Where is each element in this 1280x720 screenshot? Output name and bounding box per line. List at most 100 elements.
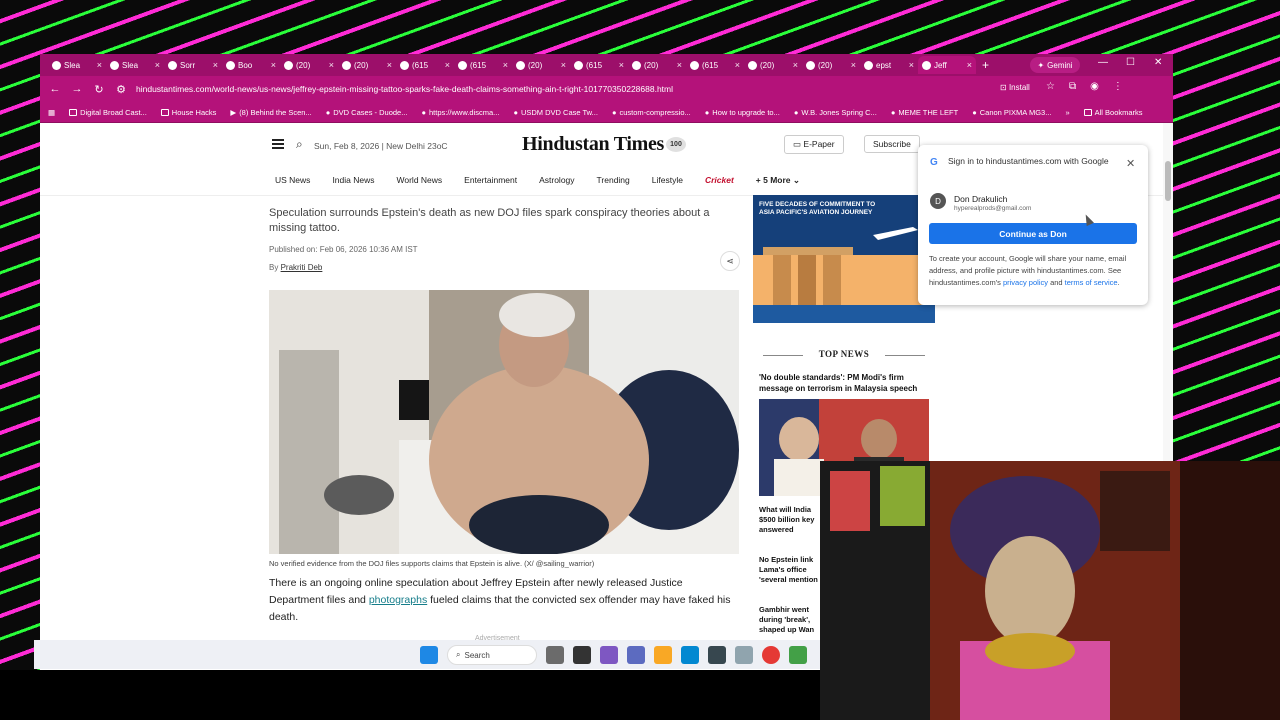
install-button[interactable]: ⊡ Install xyxy=(1000,83,1030,92)
copilot-icon[interactable] xyxy=(600,646,618,664)
apps-icon[interactable]: ▦ xyxy=(48,108,55,117)
subscribe-button[interactable]: Subscribe xyxy=(864,135,920,153)
profile-icon[interactable]: ◉ xyxy=(1090,81,1099,92)
close-tab-icon[interactable]: × xyxy=(909,60,914,70)
close-tab-icon[interactable]: × xyxy=(677,60,682,70)
tab[interactable]: Slea × xyxy=(106,56,164,74)
close-tab-icon[interactable]: × xyxy=(619,60,624,70)
forward-icon[interactable]: → xyxy=(66,83,88,95)
nav-item[interactable]: Astrology xyxy=(539,175,574,195)
author-link[interactable]: Prakriti Deb xyxy=(281,263,323,272)
tab[interactable]: (615 × xyxy=(570,56,628,74)
close-tab-icon[interactable]: × xyxy=(503,60,508,70)
nav-item[interactable]: World News xyxy=(397,175,443,195)
site-info-icon[interactable]: ⚙ xyxy=(110,83,132,96)
tab[interactable]: Sorr × xyxy=(164,56,222,74)
scrollbar-thumb[interactable] xyxy=(1165,161,1171,201)
edge-icon[interactable] xyxy=(681,646,699,664)
bookmark-item[interactable]: ● https://www.discma... xyxy=(421,108,499,117)
nav-cricket[interactable]: Cricket xyxy=(705,175,734,195)
top-news-story[interactable]: What will India $500 billion key answere… xyxy=(759,505,829,535)
tab[interactable]: (615 × xyxy=(454,56,512,74)
terms-of-service-link[interactable]: terms of service xyxy=(1065,278,1118,287)
tab[interactable]: (615 × xyxy=(686,56,744,74)
tab[interactable]: (20) × xyxy=(512,56,570,74)
url-field[interactable]: hindustantimes.com/world-news/us-news/je… xyxy=(136,84,673,94)
close-tab-icon[interactable]: × xyxy=(213,60,218,70)
close-tab-icon[interactable]: × xyxy=(329,60,334,70)
chrome-icon[interactable] xyxy=(762,646,780,664)
close-tab-icon[interactable]: × xyxy=(851,60,856,70)
top-news-story[interactable]: Gambhir went during 'break', shaped up W… xyxy=(759,605,829,635)
bookmark-star-icon[interactable]: ☆ xyxy=(1046,81,1055,92)
tab[interactable]: (20) × xyxy=(744,56,802,74)
taskview-icon[interactable] xyxy=(546,646,564,664)
bookmark-item[interactable]: ● MEME THE LEFT xyxy=(891,108,958,117)
tab[interactable]: (20) × xyxy=(338,56,396,74)
minimize-icon[interactable]: — xyxy=(1098,57,1108,68)
maximize-icon[interactable]: ☐ xyxy=(1126,57,1135,68)
more-bookmarks-icon[interactable]: » xyxy=(1065,108,1069,117)
photographs-link[interactable]: photographs xyxy=(369,594,427,606)
tab[interactable]: (20) × xyxy=(628,56,686,74)
bookmark-item[interactable]: ● USDM DVD Case Tw... xyxy=(513,108,598,117)
nav-item[interactable]: Entertainment xyxy=(464,175,517,195)
windows-start-icon[interactable] xyxy=(420,646,438,664)
top-news-story[interactable]: 'No double standards': PM Modi's firm me… xyxy=(759,372,931,394)
app-icon[interactable] xyxy=(735,646,753,664)
epaper-button[interactable]: ▭ E-Paper xyxy=(784,135,844,154)
bookmark-item[interactable]: ● custom-compressio... xyxy=(612,108,691,117)
tab[interactable]: (20) × xyxy=(802,56,860,74)
bookmark-item[interactable]: ● DVD Cases - Duode... xyxy=(326,108,408,117)
sidebar-ad[interactable]: FIVE DECADES OF COMMITMENT TO ASIA PACIF… xyxy=(753,195,935,323)
menu-icon[interactable]: ⋮ xyxy=(1113,81,1123,92)
close-tab-icon[interactable]: × xyxy=(97,60,102,70)
nav-item[interactable]: Trending xyxy=(597,175,630,195)
tab-active[interactable]: Jeff × xyxy=(918,56,976,74)
teams-icon[interactable] xyxy=(627,646,645,664)
tab[interactable]: (20) × xyxy=(280,56,338,74)
close-tab-icon[interactable]: × xyxy=(445,60,450,70)
nav-item[interactable]: India News xyxy=(332,175,374,195)
close-window-icon[interactable]: ✕ xyxy=(1154,57,1162,68)
close-tab-icon[interactable]: × xyxy=(967,60,972,70)
site-logo[interactable]: Hindustan Times xyxy=(522,133,664,156)
tab[interactable]: (615 × xyxy=(396,56,454,74)
continue-button[interactable]: Continue as Don xyxy=(929,223,1137,244)
nav-more-dropdown[interactable]: + 5 More ⌄ xyxy=(756,175,800,195)
close-tab-icon[interactable]: × xyxy=(793,60,798,70)
top-news-story[interactable]: No Epstein link Lama's office 'several m… xyxy=(759,555,829,585)
store-icon[interactable] xyxy=(708,646,726,664)
share-icon[interactable]: ⋖ xyxy=(720,251,740,271)
nav-item[interactable]: Lifestyle xyxy=(652,175,683,195)
bookmark-item[interactable]: ● W.B. Jones Spring C... xyxy=(794,108,877,117)
close-tab-icon[interactable]: × xyxy=(735,60,740,70)
nav-item[interactable]: US News xyxy=(275,175,310,195)
extensions-icon[interactable]: ⧉ xyxy=(1069,81,1076,92)
file-explorer-icon[interactable] xyxy=(654,646,672,664)
close-tab-icon[interactable]: × xyxy=(387,60,392,70)
bookmark-item[interactable]: House Hacks xyxy=(160,108,216,117)
bookmark-item[interactable]: ▶ (8) Behind the Scen... xyxy=(230,108,311,117)
close-icon[interactable]: ✕ xyxy=(1126,157,1135,170)
back-icon[interactable]: ← xyxy=(44,83,66,95)
hamburger-menu-icon[interactable] xyxy=(272,139,284,149)
tab[interactable]: Slea × xyxy=(48,56,106,74)
all-bookmarks[interactable]: All Bookmarks xyxy=(1083,108,1143,117)
taskbar-search[interactable]: ⌕ Search xyxy=(447,645,537,665)
close-tab-icon[interactable]: × xyxy=(271,60,276,70)
reload-icon[interactable]: ↻ xyxy=(88,83,110,96)
tab[interactable]: epst × xyxy=(860,56,918,74)
bookmark-item[interactable]: ● Canon PIXMA MG3... xyxy=(972,108,1051,117)
bookmark-item[interactable]: Digital Broad Cast... xyxy=(69,108,147,117)
privacy-policy-link[interactable]: privacy policy xyxy=(1003,278,1048,287)
tab[interactable]: Boo × xyxy=(222,56,280,74)
bookmark-item[interactable]: ● How to upgrade to... xyxy=(705,108,780,117)
gemini-button[interactable]: ✦ Gemini xyxy=(1030,57,1080,73)
app-icon[interactable] xyxy=(789,646,807,664)
search-icon[interactable]: ⌕ xyxy=(296,137,303,152)
new-tab-icon[interactable]: + xyxy=(982,58,989,72)
widgets-icon[interactable] xyxy=(573,646,591,664)
close-tab-icon[interactable]: × xyxy=(155,60,160,70)
close-tab-icon[interactable]: × xyxy=(561,60,566,70)
